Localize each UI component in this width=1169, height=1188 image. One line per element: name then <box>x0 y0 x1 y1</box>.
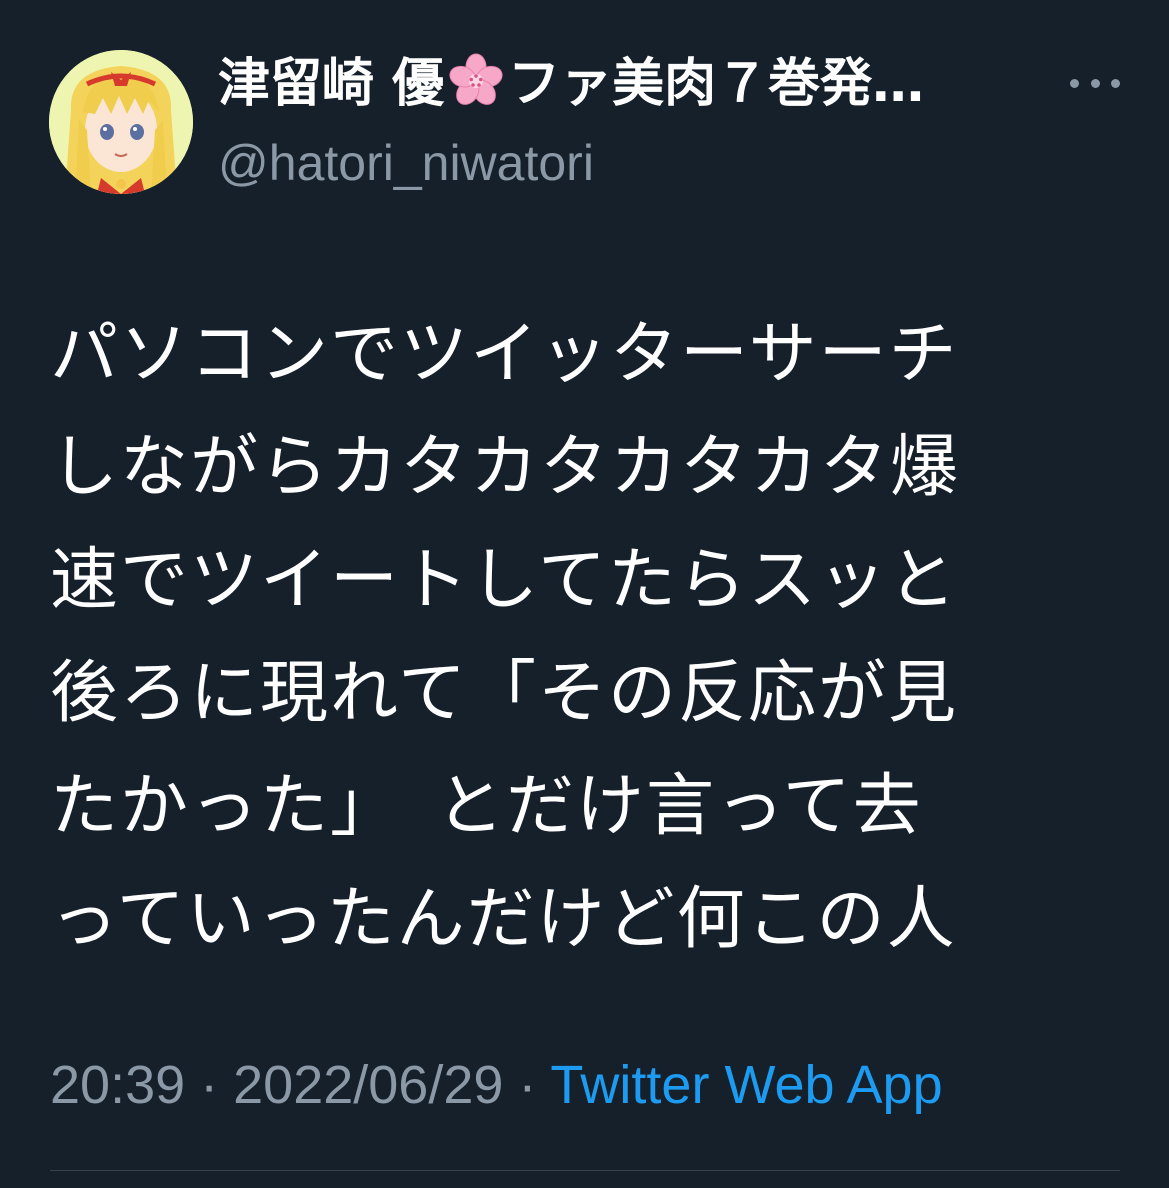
divider <box>50 1170 1120 1171</box>
display-name-text-suffix: ファ美肉７巻発… <box>508 54 925 114</box>
avatar[interactable] <box>49 50 193 194</box>
tweet-text-line: たかった」 とだけ言って去 <box>50 767 923 846</box>
tweet-text-line: しながらカタカタカタカタ爆 <box>50 428 961 507</box>
tweet-time[interactable]: 20:39 <box>50 1055 185 1115</box>
tweet-source-link[interactable]: Twitter Web App <box>550 1055 942 1115</box>
user-handle[interactable]: @hatori_niwatori <box>218 132 594 194</box>
tweet-text-line: 速でツイートしてたらスッと <box>50 541 958 620</box>
display-name[interactable]: 津留崎 優 ファ美肉７巻発… <box>218 52 1018 116</box>
anime-girl-avatar-icon <box>49 50 193 194</box>
dot-icon <box>1070 78 1079 88</box>
display-name-text: 津留崎 優 <box>218 54 445 114</box>
dot-icon <box>1111 78 1120 88</box>
tweet-text: パソコンでツイッターサーチ しながらカタカタカタカタ爆 速でツイートしてたらスッ… <box>50 298 1090 976</box>
meta-separator: · <box>185 1055 234 1115</box>
tweet-text-line: っていったんだけど何この人 <box>50 880 957 959</box>
tweet-text-line: パソコンでツイッターサーチ <box>50 315 959 394</box>
dot-icon <box>1090 78 1100 88</box>
meta-separator: · <box>503 1055 551 1115</box>
tweet-meta: 20:39 · 2022/06/29 · Twitter Web App <box>50 1052 943 1118</box>
tweet-detail: 津留崎 優 ファ美肉７巻発… @hatori_niwatori パソコンでツイッ… <box>0 0 1169 1188</box>
tweet-text-line: 後ろに現れて「その反応が見 <box>50 654 958 733</box>
tweet-date[interactable]: 2022/06/29 <box>233 1055 503 1115</box>
more-options-button[interactable] <box>1070 68 1120 98</box>
cherry-blossom-icon <box>449 53 503 105</box>
